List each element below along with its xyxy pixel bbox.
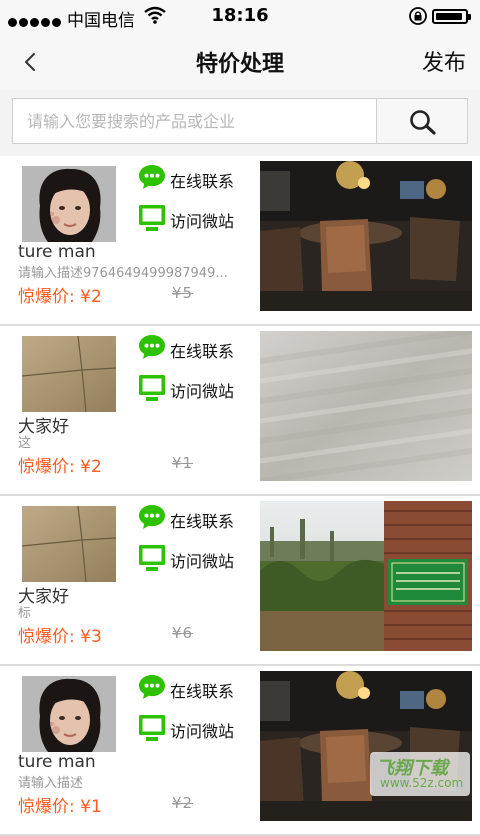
item-name: ture man [18,752,96,772]
page-title: 特价处理 [195,52,284,77]
rotation-lock-icon [408,6,428,30]
online-contact-label: 在线联系 [170,172,235,191]
monitor-icon [139,715,165,741]
product-photo[interactable] [260,161,472,311]
item-description: 请输入描述 [18,776,84,791]
item-original-price: ¥1 [172,454,194,472]
item-price: 惊爆价: ¥3 [18,627,102,647]
search-button[interactable] [376,98,468,144]
avatar[interactable] [22,336,116,412]
publish-button[interactable]: 发布 [422,45,466,77]
item-price: 惊爆价: ¥2 [18,457,102,477]
visit-microsite-label: 访问微站 [170,382,235,401]
item-description: 请输入描述9764649499987949... [18,266,228,281]
product-photo[interactable] [260,331,472,481]
chat-bubble-icon [139,165,165,189]
online-contact-label: 在线联系 [170,342,235,361]
visit-microsite-label: 访问微站 [170,552,235,571]
item-price: 惊爆价: ¥1 [18,797,102,817]
list-item[interactable]: 大家好 标 惊爆价: ¥3 ¥6 在线联系 访问微站 [0,496,480,666]
monitor-icon [139,375,165,401]
online-contact-label: 在线联系 [170,512,235,531]
avatar[interactable] [22,676,116,752]
avatar[interactable] [22,166,116,242]
chat-bubble-icon [139,675,165,699]
chat-bubble-icon [139,335,165,359]
watermark-logo: 飞翔下载 www.52z.com [370,752,470,796]
item-description: 这 [18,436,32,451]
monitor-icon [139,205,165,231]
product-photo[interactable] [260,671,472,821]
visit-microsite-label: 访问微站 [170,212,235,231]
watermark-site: www.52z.com [380,776,464,790]
chat-bubble-icon [139,505,165,529]
monitor-icon [139,545,165,571]
item-original-price: ¥6 [172,624,194,642]
item-description: 标 [18,606,32,621]
search-bar [0,90,480,156]
product-photo[interactable] [260,501,472,651]
item-original-price: ¥2 [172,794,194,812]
search-field [12,98,376,144]
list-item[interactable]: ture man 请输入描述9764649499987949... 惊爆价: ¥… [0,156,480,326]
list-item[interactable]: ture man 请输入描述 惊爆价: ¥1 ¥2 在线联系 访问微站 [0,666,480,836]
search-input[interactable] [13,99,376,143]
online-contact-label: 在线联系 [170,682,235,701]
item-price: 惊爆价: ¥2 [18,287,102,307]
item-original-price: ¥5 [172,284,194,302]
visit-microsite-label: 访问微站 [170,722,235,741]
item-name: ture man [18,242,96,262]
battery-icon [432,9,471,24]
navigation-bar: 特价处理 发布 [0,34,480,91]
search-icon [410,110,436,135]
avatar[interactable] [22,506,116,582]
product-list: ture man 请输入描述9764649499987949... 惊爆价: ¥… [0,156,480,836]
status-bar: 中国电信 18:16 [0,0,480,34]
list-item[interactable]: 大家好 这 惊爆价: ¥2 ¥1 在线联系 访问微站 [0,326,480,496]
